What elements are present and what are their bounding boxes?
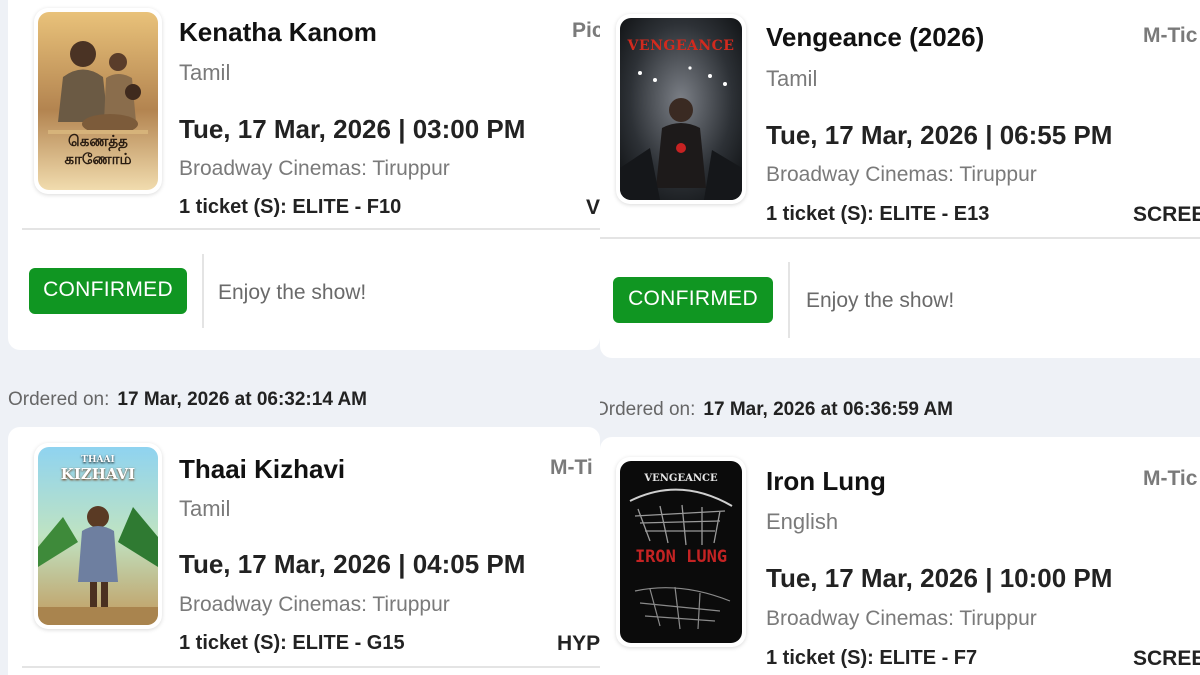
movie-language: Tamil: [179, 496, 231, 521]
status-divider: [202, 254, 204, 328]
ticket-source-label: M-Tic: [1143, 467, 1198, 490]
booking-status-badge[interactable]: CONFIRMED: [613, 277, 773, 323]
ticket-info: 1 ticket (S): ELITE - G15: [179, 632, 405, 654]
ticket-source-label: Pic: [572, 19, 600, 42]
left-screenshot-panel: கெணத்த காணோம் Kenatha Kanom Tamil Tue, 1…: [0, 0, 600, 675]
booking-card-iron-lung[interactable]: VENGEANCE IRON LUNG Iron Lung English Tu…: [600, 437, 1200, 675]
poster-title-text: கெணத்த காணோம்: [64, 132, 132, 168]
movie-language: English: [766, 509, 839, 534]
ordered-on-value: 17 Mar, 2026 at 06:36:59 AM: [703, 399, 954, 420]
ordered-on-label: Ordered on:: [8, 389, 110, 410]
screen-label: V: [586, 196, 600, 219]
ordered-on-value: 17 Mar, 2026 at 06:32:14 AM: [117, 389, 368, 410]
show-datetime: Tue, 17 Mar, 2026 | 03:00 PM: [179, 114, 526, 144]
ticket-info: 1 ticket (S): ELITE - F10: [179, 196, 402, 218]
booking-status-badge[interactable]: CONFIRMED: [29, 268, 187, 314]
ordered-on-line: Ordered on: 17 Mar, 2026 at 06:32:14 AM: [8, 389, 367, 411]
ordered-on-line: Ordered on: 17 Mar, 2026 at 06:36:59 AM: [600, 399, 953, 421]
screen-label: HYP: [557, 632, 600, 655]
ticket-info: 1 ticket (S): ELITE - E13: [766, 203, 990, 225]
movie-poster: VENGEANCE: [616, 14, 746, 204]
booking-card-vengeance[interactable]: VENGEANCE Vengeance (2026) Tamil Tue, 17…: [600, 0, 1200, 358]
status-message: Enjoy the show!: [806, 289, 955, 312]
screen-label: SCREE: [1133, 647, 1200, 670]
screen-label: SCREE: [1133, 203, 1200, 226]
movie-title: Iron Lung: [766, 466, 886, 496]
movie-poster: கெணத்த காணோம்: [34, 8, 162, 194]
booking-card-kenatha-kanom[interactable]: கெணத்த காணோம் Kenatha Kanom Tamil Tue, 1…: [8, 0, 600, 350]
show-datetime: Tue, 17 Mar, 2026 | 04:05 PM: [179, 549, 526, 579]
ticket-source-label: M-Ti: [550, 456, 593, 479]
movie-title: Thaai Kizhavi: [179, 454, 346, 484]
booking-card-thaai-kizhavi[interactable]: THAAI KIZHAVI Thaai Kizhavi Tamil Tue, 1…: [8, 427, 600, 675]
ordered-on-label: Ordered on:: [600, 399, 696, 420]
poster-title-text: VENGEANCE: [627, 38, 735, 54]
movie-language: Tamil: [766, 66, 818, 91]
movie-poster: THAAI KIZHAVI: [34, 443, 162, 629]
ticket-info: 1 ticket (S): ELITE - F7: [766, 647, 978, 669]
venue-name: Broadway Cinemas: Tiruppur: [179, 157, 450, 180]
movie-title: Vengeance (2026): [766, 22, 985, 52]
movie-title: Kenatha Kanom: [179, 17, 377, 47]
card-divider: [22, 666, 600, 668]
ticket-source-label: M-Tic: [1143, 24, 1198, 47]
venue-name: Broadway Cinemas: Tiruppur: [766, 607, 1037, 630]
status-divider: [788, 262, 790, 338]
poster-subtitle-text: THAAI: [81, 455, 115, 465]
poster-subtitle-text: VENGEANCE: [644, 473, 718, 484]
poster-title-text: IRON LUNG: [634, 547, 728, 567]
movie-language: Tamil: [179, 60, 231, 85]
poster-title-text: KIZHAVI: [60, 465, 136, 483]
card-divider: [22, 228, 600, 230]
venue-name: Broadway Cinemas: Tiruppur: [766, 163, 1037, 186]
status-message: Enjoy the show!: [218, 281, 367, 304]
venue-name: Broadway Cinemas: Tiruppur: [179, 593, 450, 616]
right-screenshot-panel: VENGEANCE Vengeance (2026) Tamil Tue, 17…: [600, 0, 1200, 675]
movie-poster: VENGEANCE IRON LUNG: [616, 457, 746, 647]
card-divider: [600, 237, 1200, 239]
show-datetime: Tue, 17 Mar, 2026 | 06:55 PM: [766, 120, 1113, 150]
show-datetime: Tue, 17 Mar, 2026 | 10:00 PM: [766, 563, 1113, 593]
